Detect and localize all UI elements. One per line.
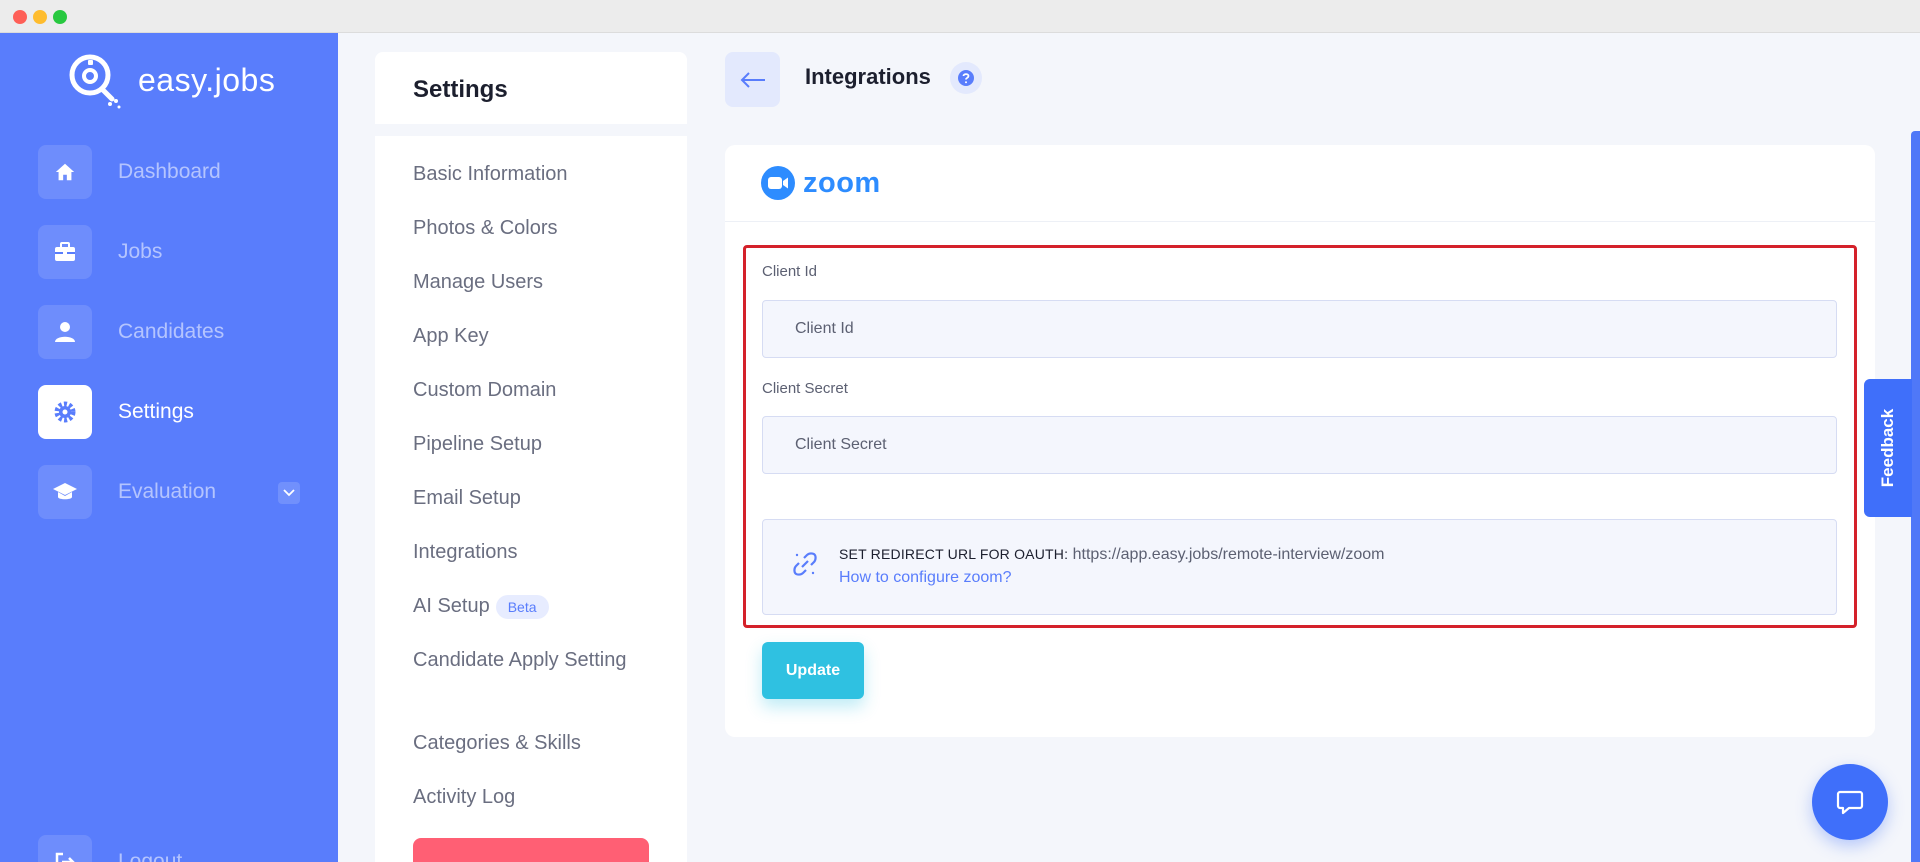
back-button[interactable] (725, 52, 780, 107)
feedback-tab[interactable]: Feedback (1864, 379, 1912, 517)
client-secret-label: Client Secret (762, 380, 848, 397)
sidebar-item-dashboard[interactable]: Dashboard (38, 144, 328, 200)
sidebar-item-label: Settings (118, 400, 194, 423)
page-title: Integrations (805, 64, 931, 89)
client-secret-input[interactable] (762, 416, 1837, 474)
settings-menu-email-setup[interactable]: Email Setup (413, 484, 521, 513)
briefcase-icon (55, 242, 75, 261)
zoom-wordmark: zoom (803, 166, 881, 199)
settings-menu-app-key[interactable]: App Key (413, 322, 489, 351)
beta-badge: Beta (495, 594, 549, 619)
brand-logo[interactable]: easy.jobs (66, 51, 275, 109)
user-icon (55, 322, 75, 342)
settings-menu-categories-skills[interactable]: Categories & Skills (413, 729, 581, 758)
logout-icon (55, 852, 75, 862)
sidebar-item-label: Logout (118, 850, 183, 862)
evaluation-expand-button[interactable] (278, 482, 300, 504)
page-scrollbar[interactable] (1911, 131, 1920, 862)
settings-menu-integrations[interactable]: Integrations (413, 538, 518, 567)
sidebar-item-settings[interactable]: Settings (38, 384, 328, 440)
home-icon (55, 163, 75, 181)
sidebar-item-logout[interactable]: Logout (38, 834, 328, 862)
link-icon (793, 552, 817, 576)
settings-menu: Basic Information Photos & Colors Manage… (375, 136, 687, 862)
help-icon[interactable] (950, 62, 982, 94)
gear-icon (54, 401, 76, 423)
update-button[interactable]: Update (762, 642, 864, 699)
oauth-redirect-info: SET REDIRECT URL FOR OAUTH: https://app.… (762, 519, 1837, 615)
oauth-redirect-label: SET REDIRECT URL FOR OAUTH: (839, 546, 1069, 562)
settings-header: Settings (375, 52, 687, 124)
settings-menu-candidate-apply-setting[interactable]: Candidate Apply Setting (413, 646, 643, 675)
sidebar-item-candidates[interactable]: Candidates (38, 304, 328, 360)
chat-bubble-icon (1836, 790, 1864, 815)
sidebar-item-label: Candidates (118, 320, 225, 343)
settings-title: Settings (413, 76, 508, 103)
zoom-logo: zoom (725, 145, 1875, 222)
minimize-window-button[interactable] (33, 10, 47, 24)
graduation-cap-icon (53, 483, 77, 500)
delete-company-button[interactable] (413, 838, 649, 862)
settings-menu-activity-log[interactable]: Activity Log (413, 783, 515, 812)
client-id-input[interactable] (762, 300, 1837, 358)
settings-menu-photos-colors[interactable]: Photos & Colors (413, 214, 558, 243)
oauth-redirect-url[interactable]: https://app.easy.jobs/remote-interview/z… (1073, 546, 1385, 563)
sidebar-item-label: Evaluation (118, 480, 217, 503)
sidebar: easy.jobs Dashboard Jobs Candidates Sett… (0, 33, 338, 862)
question-circle-icon (958, 70, 974, 86)
window-titlebar (0, 0, 1920, 33)
brand-name: easy.jobs (138, 61, 276, 98)
configure-zoom-help-link[interactable]: How to configure zoom? (839, 569, 1012, 587)
settings-menu-manage-users[interactable]: Manage Users (413, 268, 543, 297)
chevron-down-icon (283, 489, 295, 497)
chat-support-button[interactable] (1812, 764, 1888, 840)
sidebar-item-jobs[interactable]: Jobs (38, 224, 328, 280)
feedback-label: Feedback (1878, 408, 1897, 488)
easyjobs-logo-icon (69, 54, 121, 109)
arrow-left-icon (740, 71, 765, 88)
maximize-window-button[interactable] (53, 10, 67, 24)
settings-menu-pipeline-setup[interactable]: Pipeline Setup (413, 430, 542, 459)
sidebar-item-label: Jobs (118, 240, 163, 263)
client-id-label: Client Id (762, 263, 818, 280)
sidebar-item-label: Dashboard (118, 160, 221, 183)
settings-menu-ai-setup-label: AI Setup (413, 595, 490, 617)
close-window-button[interactable] (13, 10, 27, 24)
settings-menu-custom-domain[interactable]: Custom Domain (413, 376, 556, 405)
settings-menu-basic-information[interactable]: Basic Information (413, 160, 568, 189)
zoom-camera-icon (761, 166, 795, 200)
sidebar-item-evaluation[interactable]: Evaluation (38, 464, 328, 520)
settings-menu-ai-setup[interactable]: AI Setup Beta (413, 592, 549, 621)
